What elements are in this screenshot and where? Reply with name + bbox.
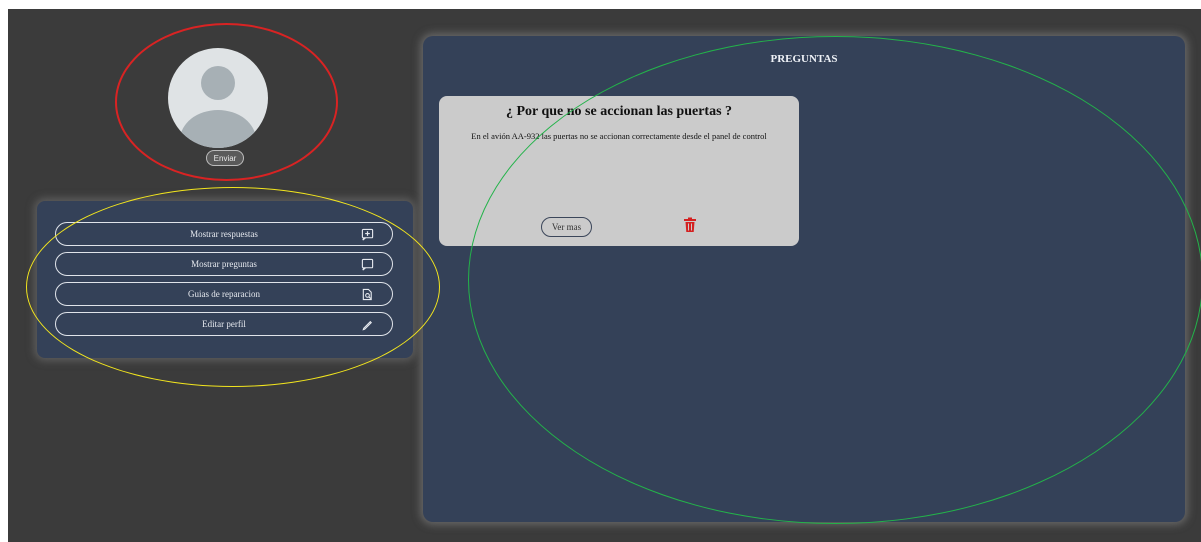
avatar-shoulders — [180, 110, 256, 148]
menu-item-label: Editar perfil — [202, 319, 246, 329]
document-search-icon — [362, 288, 372, 301]
repair-guides-button[interactable]: Guias de reparacion — [55, 282, 393, 306]
show-questions-button[interactable]: Mostrar preguntas — [55, 252, 393, 276]
panel-title: PREGUNTAS — [770, 53, 838, 65]
question-card: ¿ Por que no se accionan las puertas ? E… — [439, 96, 799, 246]
question-description: En el avión AA-932 las puertas no se acc… — [471, 131, 767, 141]
menu-item-label: Guias de reparacion — [188, 289, 260, 299]
comment-icon — [361, 258, 374, 271]
menu-item-label: Mostrar preguntas — [191, 259, 257, 269]
add-comment-icon — [361, 228, 374, 241]
see-more-button[interactable]: Ver mas — [541, 217, 592, 237]
question-title: ¿ Por que no se accionan las puertas ? — [505, 104, 733, 119]
send-button[interactable]: Enviar — [206, 150, 244, 166]
pencil-icon — [362, 320, 373, 331]
edit-profile-button[interactable]: Editar perfil — [55, 312, 393, 336]
menu-panel: Mostrar respuestas Mostrar preguntas Gui… — [37, 201, 413, 358]
questions-panel: PREGUNTAS ¿ Por que no se accionan las p… — [423, 36, 1185, 522]
avatar-head — [201, 66, 235, 100]
trash-icon[interactable] — [683, 217, 697, 233]
menu-item-label: Mostrar respuestas — [190, 229, 258, 239]
show-answers-button[interactable]: Mostrar respuestas — [55, 222, 393, 246]
profile-avatar[interactable] — [168, 48, 268, 148]
app-canvas: Enviar Mostrar respuestas Mostrar pregun… — [8, 9, 1201, 542]
